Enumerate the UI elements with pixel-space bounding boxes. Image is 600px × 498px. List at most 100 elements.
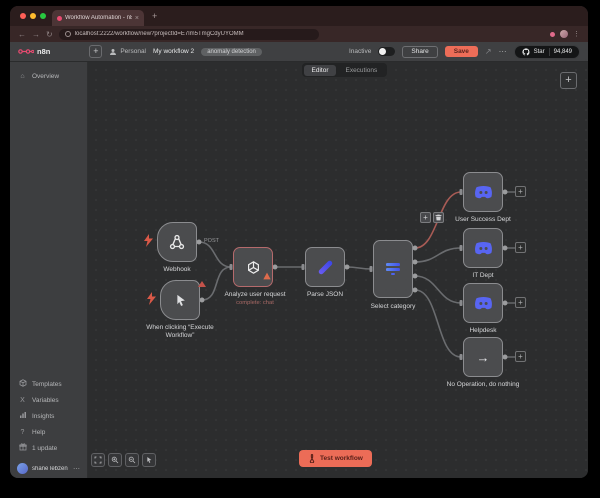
node-discord-user-success[interactable] xyxy=(463,172,503,212)
star-count: 94,849 xyxy=(554,49,572,55)
workflow-tag[interactable]: anomaly detection xyxy=(201,48,262,56)
n8n-logo-text: n8n xyxy=(37,47,50,56)
app-header: n8n + Personal My workflow 2 anomaly det… xyxy=(10,42,588,62)
interaction-mode-button[interactable] xyxy=(142,453,156,467)
reload-icon[interactable]: ↻ xyxy=(46,30,53,39)
node-label: Parse JSON xyxy=(283,291,367,299)
trigger-bolt-icon xyxy=(147,292,156,310)
discord-icon xyxy=(473,296,494,311)
save-button[interactable]: Save xyxy=(445,46,478,57)
insights-icon xyxy=(18,411,27,421)
user-name: shane lebzen xyxy=(32,466,69,472)
sidebar-item-insights[interactable]: Insights xyxy=(10,408,87,424)
connection-add-button[interactable]: + xyxy=(420,212,431,223)
test-workflow-button[interactable]: Test workflow xyxy=(299,450,372,467)
node-webhook[interactable] xyxy=(157,222,197,262)
add-next-node-button[interactable]: + xyxy=(515,186,526,197)
url-text: localhost:2222/workflow/new?projectId=E7… xyxy=(75,31,244,37)
switch-icon xyxy=(386,263,400,274)
webhook-output-label: POST xyxy=(204,238,219,244)
github-star-badge[interactable]: Star 94,849 xyxy=(514,45,580,59)
workflow-canvas[interactable]: Editor Executions + Webhook POST When cl… xyxy=(88,62,588,478)
avatar xyxy=(17,463,28,474)
edit-fields-icon xyxy=(317,259,333,275)
sidebar-item-variables[interactable]: X Variables xyxy=(10,392,87,408)
browser-tab[interactable]: Workflow Automation - n8n × xyxy=(52,10,144,26)
forward-icon[interactable]: → xyxy=(32,30,40,39)
workflow-name[interactable]: My workflow 2 xyxy=(153,48,194,55)
templates-icon xyxy=(18,379,27,389)
more-options-icon[interactable]: ⋯ xyxy=(499,47,507,56)
address-bar[interactable]: localhost:2222/workflow/new?projectId=E7… xyxy=(59,29,319,40)
back-icon[interactable]: ← xyxy=(18,30,26,39)
webhook-icon xyxy=(168,233,186,251)
add-workflow-button[interactable]: + xyxy=(89,45,102,58)
status-label: Inactive xyxy=(349,48,371,55)
tab-executions[interactable]: Executions xyxy=(337,65,385,76)
sidebar-item-overview[interactable]: ⌂ Overview xyxy=(10,68,87,84)
sidebar-item-help[interactable]: ? Help xyxy=(10,424,87,440)
trash-icon xyxy=(435,214,442,221)
sidebar: ⌂ Overview Templates X Variables Insight… xyxy=(10,62,88,478)
zoom-to-fit-button[interactable] xyxy=(91,453,105,467)
site-info-icon[interactable] xyxy=(65,31,71,37)
extension-icon[interactable] xyxy=(550,32,555,37)
add-next-node-button[interactable]: + xyxy=(515,242,526,253)
connection-switch-it[interactable] xyxy=(415,248,461,262)
zoom-in-button[interactable] xyxy=(108,453,122,467)
minimize-window-button[interactable] xyxy=(30,13,36,19)
add-next-node-button[interactable]: + xyxy=(515,297,526,308)
openai-icon xyxy=(245,259,262,276)
connection-switch-noop[interactable] xyxy=(415,290,461,357)
warning-icon xyxy=(263,267,271,285)
add-next-node-button[interactable]: + xyxy=(515,351,526,362)
tab-editor[interactable]: Editor xyxy=(304,65,337,76)
new-tab-button[interactable]: + xyxy=(152,11,157,21)
sidebar-item-templates[interactable]: Templates xyxy=(10,376,87,392)
node-label: Helpdesk xyxy=(441,327,525,335)
close-tab-icon[interactable]: × xyxy=(135,15,139,22)
node-label: Select category xyxy=(351,303,435,311)
node-sublabel: complete: chat xyxy=(213,300,297,306)
node-label: User Success Dept xyxy=(441,216,525,224)
node-select-category[interactable] xyxy=(373,240,413,298)
close-window-button[interactable] xyxy=(20,13,26,19)
zoom-out-button[interactable] xyxy=(125,453,139,467)
browser-menu-icon[interactable]: ⋮ xyxy=(573,30,580,38)
browser-tabstrip: Workflow Automation - n8n × + xyxy=(10,6,588,26)
node-discord-it-dept[interactable] xyxy=(463,228,503,268)
arrow-icon: → xyxy=(477,350,490,365)
person-icon xyxy=(109,48,117,56)
sidebar-user[interactable]: shane lebzen ⋯ xyxy=(10,463,87,474)
node-analyze-user-request[interactable] xyxy=(233,247,273,287)
connection-webhook-openai[interactable] xyxy=(199,242,231,267)
active-toggle[interactable] xyxy=(378,47,395,56)
help-icon: ? xyxy=(18,429,27,436)
share-button[interactable]: Share xyxy=(402,46,437,58)
discord-icon xyxy=(473,241,494,256)
connection-delete-button[interactable] xyxy=(433,212,444,223)
variables-icon: X xyxy=(18,397,27,404)
history-icon[interactable]: ↗ xyxy=(485,47,492,56)
node-discord-helpdesk[interactable] xyxy=(463,283,503,323)
github-icon xyxy=(522,48,530,56)
sidebar-item-updates[interactable]: 1 update xyxy=(10,440,87,456)
browser-window: Workflow Automation - n8n × + ← → ↻ loca… xyxy=(10,6,588,478)
node-no-operation[interactable]: → xyxy=(463,337,503,377)
zoom-window-button[interactable] xyxy=(40,13,46,19)
view-tabs: Editor Executions xyxy=(302,63,387,77)
user-menu-icon[interactable]: ⋯ xyxy=(73,465,80,473)
warning-marker xyxy=(198,281,206,287)
add-node-button[interactable]: + xyxy=(560,72,577,89)
toggle-knob xyxy=(379,48,386,55)
node-manual-trigger[interactable] xyxy=(160,280,200,320)
connection-parse-switch[interactable] xyxy=(347,267,371,269)
node-parse-json[interactable] xyxy=(305,247,345,287)
flask-icon xyxy=(308,454,316,463)
star-label: Star xyxy=(534,49,545,55)
tab-title: Workflow Automation - n8n xyxy=(65,15,132,21)
breadcrumb-project[interactable]: Personal xyxy=(109,48,146,56)
node-label: When clicking “Execute Workflow” xyxy=(138,324,222,340)
home-icon: ⌂ xyxy=(18,73,27,80)
browser-profile-avatar[interactable] xyxy=(560,30,568,38)
